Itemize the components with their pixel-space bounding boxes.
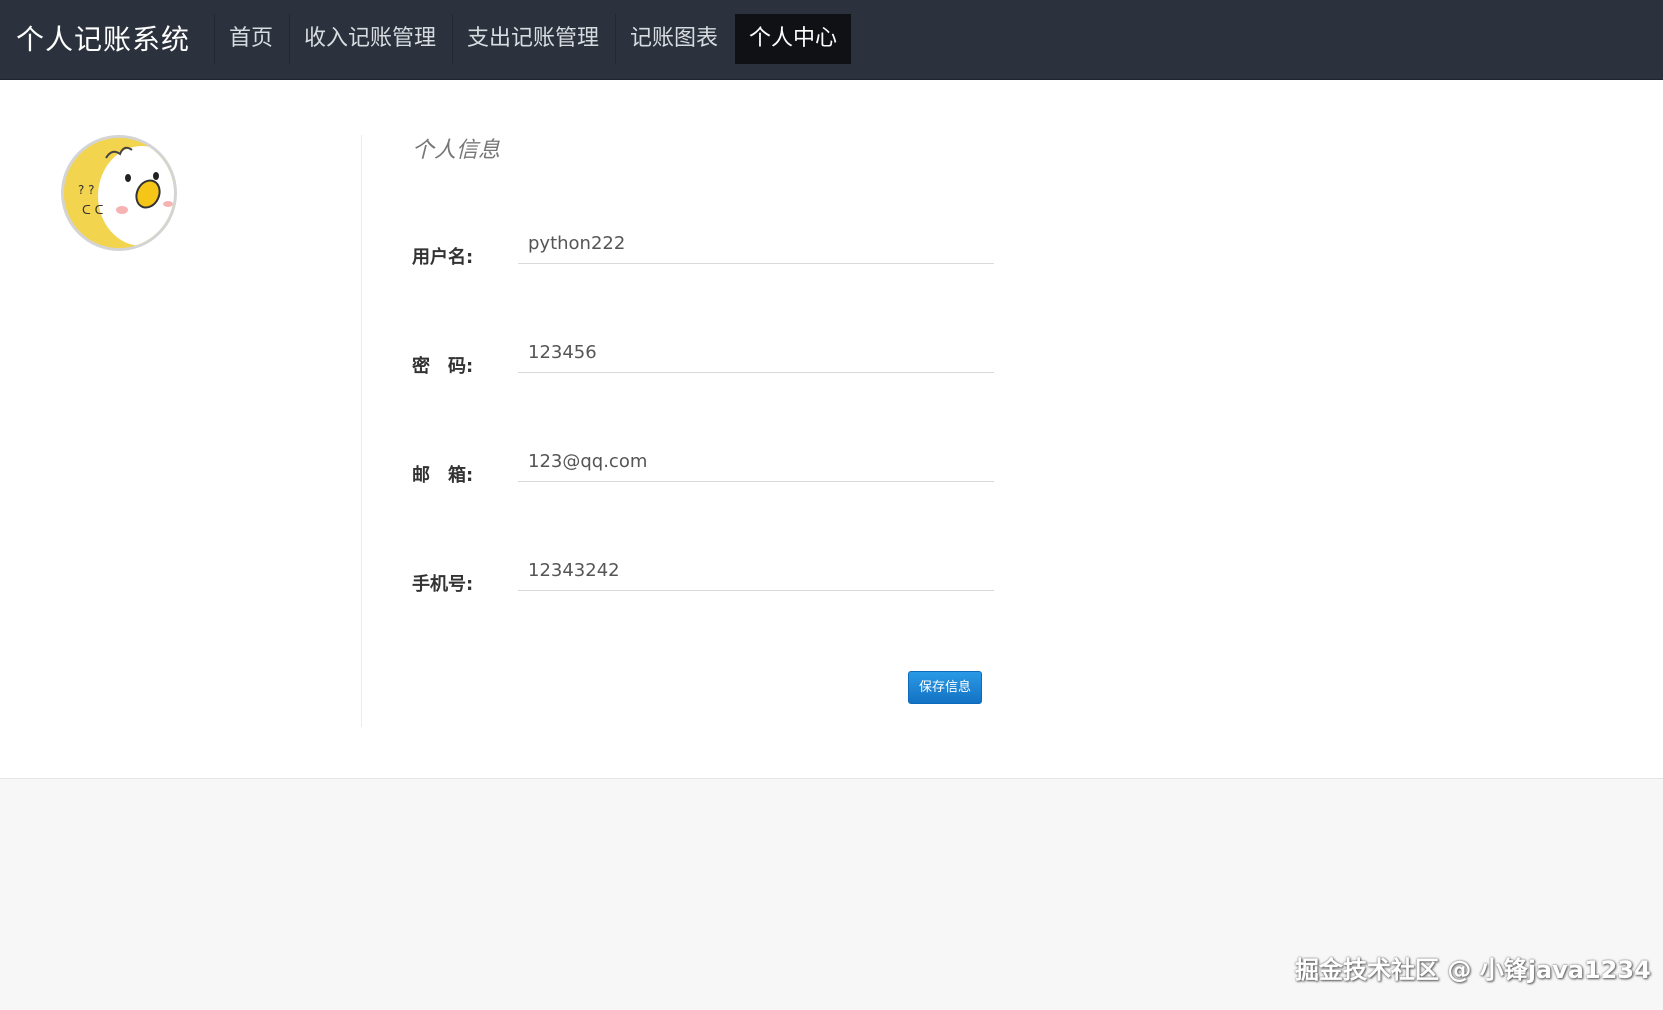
duck-avatar-icon: ? ? ᑕ ᑕ [61, 135, 177, 251]
svg-text:ᑕ ᑕ: ᑕ ᑕ [82, 203, 104, 217]
vertical-divider [361, 135, 362, 727]
username-input[interactable] [518, 224, 994, 264]
password-label: 密 码: [412, 356, 474, 377]
svg-text:? ?: ? ? [78, 183, 95, 197]
nav-item-home[interactable]: 首页 [214, 14, 287, 64]
nav-item-charts[interactable]: 记账图表 [615, 14, 732, 64]
top-navbar: 个人记账系统 首页 收入记账管理 支出记账管理 记账图表 个人中心 [0, 0, 1663, 80]
password-input[interactable] [518, 333, 994, 373]
username-label: 用户名: [412, 247, 474, 268]
watermark: 掘金技术社区 @ 小锋java1234 [1295, 956, 1651, 984]
nav-item-expense[interactable]: 支出记账管理 [452, 14, 613, 64]
save-button[interactable]: 保存信息 [908, 671, 982, 704]
nav-item-profile[interactable]: 个人中心 [735, 14, 852, 64]
email-input[interactable] [518, 442, 994, 482]
email-label: 邮 箱: [412, 465, 474, 486]
app-brand[interactable]: 个人记账系统 [16, 18, 190, 58]
section-title: 个人信息 [412, 138, 501, 163]
main-content: ? ? ᑕ ᑕ 个人信息 用户名: 密 码: 邮 箱: 手机号: 保存信息 [0, 80, 1663, 779]
phone-input[interactable] [518, 551, 994, 591]
nav-item-income[interactable]: 收入记账管理 [289, 14, 450, 64]
phone-label: 手机号: [412, 574, 474, 595]
